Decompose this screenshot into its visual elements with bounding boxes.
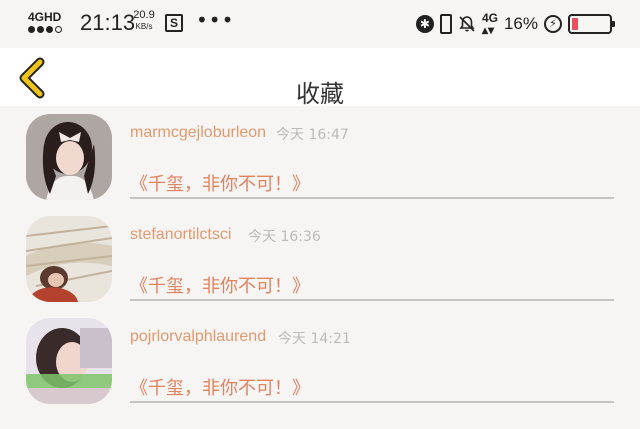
more-notifications-icon: ••• xyxy=(196,8,235,32)
list-item[interactable]: marmcgejloburleon 今天 16:47 《千玺，非你不可！》 xyxy=(0,106,640,208)
message-text: 《千玺，非你不可！》 xyxy=(130,174,310,195)
avatar-photo-icon xyxy=(26,318,112,404)
avatar-photo-icon xyxy=(26,114,112,200)
network-label: 4GHD xyxy=(28,10,62,24)
mobile-data-icon: 4G ▴▾ xyxy=(481,11,498,37)
charging-icon: ⚡ xyxy=(544,15,562,33)
divider xyxy=(130,401,614,403)
app-header: 收藏 xyxy=(0,48,640,108)
s-app-icon: S xyxy=(165,14,183,32)
signal-dots-icon xyxy=(28,26,62,33)
battery-fill xyxy=(572,18,578,30)
avatar[interactable] xyxy=(26,114,112,200)
avatar-photo-icon xyxy=(26,216,112,302)
page-title: 收藏 xyxy=(296,80,344,108)
divider xyxy=(130,299,614,301)
battery-icon xyxy=(568,14,615,34)
message-text: 《千玺，非你不可！》 xyxy=(130,378,310,399)
status-icons: ✱ 4G ▴▾ 16% ⚡ xyxy=(415,11,615,37)
user-name: pojrlorvalphlaurend xyxy=(130,328,267,345)
speed-value: 20.9 xyxy=(133,9,155,21)
vibrate-icon xyxy=(439,14,452,34)
divider xyxy=(130,197,614,199)
timestamp: 今天 16:47 xyxy=(276,127,349,143)
user-name: marmcgejloburleon xyxy=(130,124,267,141)
list-item[interactable]: stefanortilctsci 今天 16:36 《千玺，非你不可！》 xyxy=(0,208,640,310)
timestamp: 今天 16:36 xyxy=(248,229,321,245)
message-text: 《千玺，非你不可！》 xyxy=(130,276,310,297)
user-name: stefanortilctsci xyxy=(130,226,232,243)
battery-percent: 16% xyxy=(503,14,538,33)
mute-bell-icon xyxy=(459,16,475,32)
avatar[interactable] xyxy=(26,318,112,404)
network-speed: 20.9 KB/s xyxy=(130,9,158,33)
speed-unit: KB/s xyxy=(135,22,153,31)
bluetooth-icon: ✱ xyxy=(415,15,434,33)
clock: 21:13 xyxy=(80,10,136,35)
mobile-data-label: 4G xyxy=(481,11,498,25)
list-item[interactable]: pojrlorvalphlaurend 今天 14:21 《千玺，非你不可！》 xyxy=(0,310,640,412)
avatar[interactable] xyxy=(26,216,112,302)
status-bar: 4GHD 21:13 20.9 KB/s S ••• ✱ 4G ▴▾ 16% ⚡ xyxy=(0,0,640,48)
network-indicator: 4GHD xyxy=(28,10,72,36)
timestamp: 今天 14:21 xyxy=(278,331,351,347)
